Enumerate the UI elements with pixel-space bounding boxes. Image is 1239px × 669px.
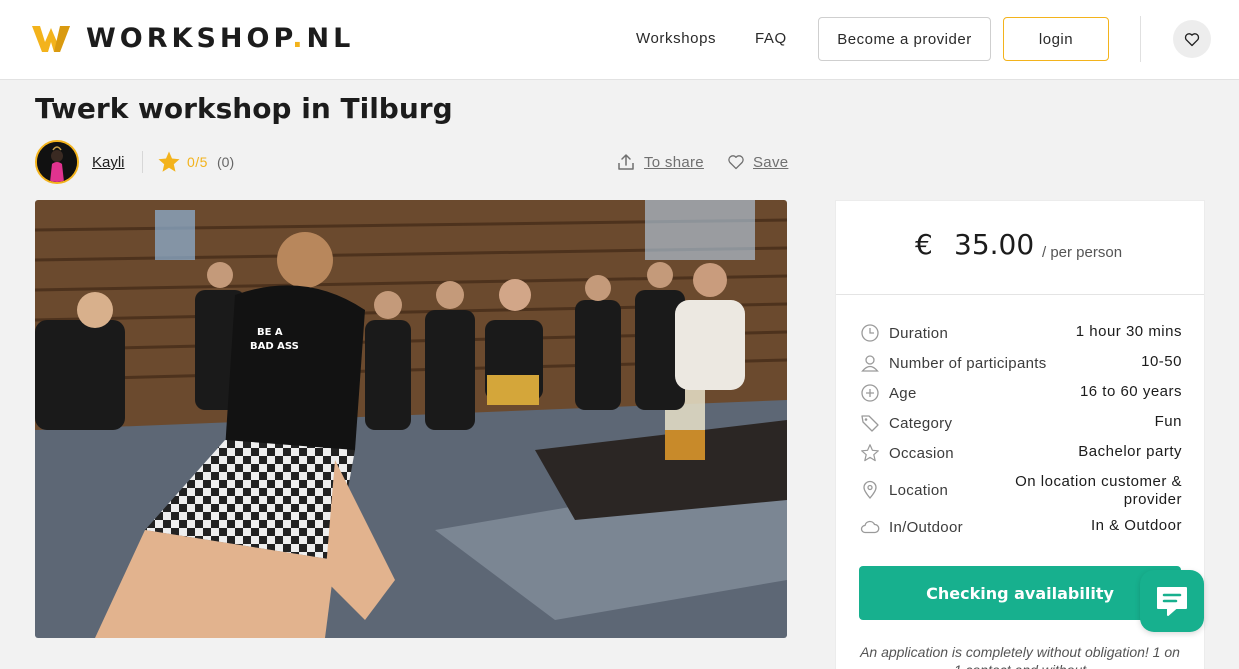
provider-avatar[interactable] xyxy=(35,140,79,184)
detail-value: 1 hour 30 mins xyxy=(1075,323,1182,340)
star-outline-icon xyxy=(861,444,879,462)
detail-value: 10-50 xyxy=(1141,353,1182,370)
workshop-photo[interactable]: BE A BAD ASS xyxy=(35,200,787,638)
heart-icon xyxy=(1184,32,1200,46)
avatar-image xyxy=(37,142,77,182)
favorites-button[interactable] xyxy=(1173,20,1211,58)
detail-label: Category xyxy=(889,415,953,432)
location-pin-icon xyxy=(863,480,877,499)
site-header: WORKSHOP.NL Workshops FAQ Become a provi… xyxy=(0,0,1239,80)
detail-label: Age xyxy=(889,385,917,402)
detail-label: Occasion xyxy=(889,445,954,462)
detail-value: Bachelor party xyxy=(1078,443,1182,460)
detail-value: On location customer & provider xyxy=(1015,473,1182,508)
detail-value: Fun xyxy=(1154,413,1182,430)
chat-button[interactable] xyxy=(1140,570,1204,632)
detail-label: In/Outdoor xyxy=(889,519,963,536)
page-title: Twerk workshop in Tilburg xyxy=(35,92,453,125)
price-box: € 35.00 / per person xyxy=(836,201,1204,295)
detail-value: 16 to 60 years xyxy=(1079,383,1182,400)
workshop-meta: Kayli 0/5 (0) To share Save xyxy=(35,140,788,184)
provider-name-link[interactable]: Kayli xyxy=(92,154,125,171)
price-unit: / per person xyxy=(1042,244,1123,261)
login-button[interactable]: login xyxy=(1003,17,1109,61)
logo-text: WORKSHOP.NL xyxy=(86,22,355,54)
detail-value: In & Outdoor xyxy=(1090,517,1182,534)
share-icon[interactable] xyxy=(617,153,635,171)
cloud-icon xyxy=(860,520,880,534)
become-provider-button[interactable]: Become a provider xyxy=(818,17,991,61)
share-link[interactable]: To share xyxy=(644,154,704,171)
no-obligation-note: An application is completely without obl… xyxy=(860,644,1180,669)
clock-icon xyxy=(861,324,879,342)
svg-text:BE A: BE A xyxy=(257,327,283,338)
plus-circle-icon xyxy=(861,384,879,402)
nav-workshops[interactable]: Workshops xyxy=(636,30,716,47)
detail-label: Duration xyxy=(889,325,949,342)
rating-count: (0) xyxy=(217,154,235,170)
price-amount: 35.00 xyxy=(954,228,1035,261)
star-icon xyxy=(158,151,180,172)
heart-outline-icon[interactable] xyxy=(727,154,745,170)
nav-faq[interactable]: FAQ xyxy=(755,30,787,47)
tag-icon xyxy=(861,415,879,432)
check-availability-button[interactable]: Checking availability xyxy=(859,566,1181,620)
svg-text:BAD ASS: BAD ASS xyxy=(250,341,299,352)
site-logo[interactable]: WORKSHOP.NL xyxy=(30,22,354,54)
workshop-photo-image: BE A BAD ASS xyxy=(35,200,787,638)
meta-divider xyxy=(142,151,143,173)
chat-bubble-icon xyxy=(1157,587,1187,616)
person-icon xyxy=(861,355,879,372)
rating-value: 0/5 xyxy=(187,154,208,170)
detail-label: Location xyxy=(889,482,949,499)
header-divider xyxy=(1140,16,1141,62)
logo-w-icon xyxy=(32,26,70,52)
save-link[interactable]: Save xyxy=(753,154,788,171)
price-currency: € xyxy=(915,228,933,261)
